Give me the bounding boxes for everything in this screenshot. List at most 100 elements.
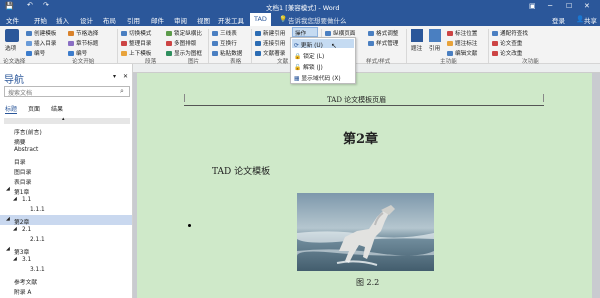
figure-caption[interactable]: 图 2.2 <box>356 277 379 288</box>
wildcard-search-button[interactable]: 通配符查找 <box>492 29 528 37</box>
bibliography-button[interactable]: 文献著录 <box>255 49 285 57</box>
numbering-button-2[interactable]: 编号 <box>68 49 87 57</box>
ribbon-options-icon[interactable]: ▣ <box>529 2 536 10</box>
nav-dropdown-icon[interactable]: ▾ <box>113 73 116 80</box>
chapter-title-button[interactable]: 章节标题 <box>68 39 98 47</box>
options-button[interactable]: 选项 <box>5 44 16 52</box>
redo-icon[interactable]: ↷ <box>43 1 49 9</box>
nav-tab-results[interactable]: 结果 <box>51 104 63 113</box>
three-line-table-button[interactable]: 三线表 <box>212 29 237 37</box>
up-down-template-button[interactable]: 上下模板 <box>121 49 151 57</box>
nav-item[interactable]: 参考文献 <box>14 277 37 286</box>
maximize-button[interactable]: ☐ <box>566 2 572 10</box>
header-corner <box>184 94 185 102</box>
collapse-icon[interactable]: ◢ <box>6 246 10 252</box>
rewrite-button[interactable]: 论文改重 <box>492 49 522 57</box>
nav-item[interactable]: 2.1 <box>22 227 31 233</box>
toggle-mode-button[interactable]: 切换模式 <box>121 29 151 37</box>
collapse-icon[interactable]: ◢ <box>6 186 10 192</box>
caption-icon[interactable] <box>411 29 423 42</box>
nav-item[interactable]: 第2章 <box>14 217 29 226</box>
multi-image-layout-button[interactable]: 多图排版 <box>166 39 196 47</box>
save-icon[interactable]: 💾 <box>5 2 14 10</box>
menu-item-lock[interactable]: 🔒 锁定 (L) <box>294 51 324 60</box>
swap-rows-button[interactable]: 互换行 <box>212 39 237 47</box>
nav-item[interactable]: Abstract <box>14 147 38 153</box>
undo-icon[interactable]: ↶ <box>27 1 33 9</box>
nav-item[interactable]: 1.1 <box>22 197 31 203</box>
paste-data-button[interactable]: 粘贴数据 <box>212 49 242 57</box>
share-icon[interactable]: 👤 <box>576 15 584 23</box>
nav-item[interactable]: 图目录 <box>14 167 31 176</box>
collapse-icon[interactable]: ◢ <box>6 216 10 222</box>
tab-layout[interactable]: 布局 <box>103 15 116 25</box>
document-page[interactable]: TAD 论文模板页眉 第2章 TAD 论文模板 图 2.2 <box>137 73 592 298</box>
tab-insert[interactable]: 插入 <box>56 15 69 25</box>
tab-references[interactable]: 引用 <box>127 15 140 25</box>
minimize-button[interactable]: ─ <box>548 2 552 10</box>
nav-item[interactable]: 摘要 <box>14 137 26 146</box>
tell-me-input[interactable]: 告诉我您想要做什么 <box>288 15 347 25</box>
nav-item[interactable]: 目录 <box>14 157 26 166</box>
horizontal-ruler[interactable] <box>133 64 600 73</box>
lock-aspect-button[interactable]: 锁定纵横比 <box>166 29 202 37</box>
nav-item[interactable]: 序言(前言) <box>14 127 42 136</box>
nav-item[interactable]: 第1章 <box>14 187 29 196</box>
section-select-button[interactable]: 节格选择 <box>68 29 98 37</box>
nav-close-icon[interactable]: ✕ <box>123 73 128 80</box>
nav-item[interactable]: 附录 A <box>14 287 31 296</box>
nav-tab-pages[interactable]: 页面 <box>28 104 40 113</box>
mark-position-button[interactable]: 标注位置 <box>447 29 477 37</box>
search-icon[interactable]: ⌕ <box>120 87 124 96</box>
collapse-icon[interactable]: ◢ <box>13 256 17 262</box>
menu-item-update[interactable]: ⟳ 更新 (U) <box>294 40 323 49</box>
tab-developer[interactable]: 开发工具 <box>218 15 244 25</box>
format-adjust-button[interactable]: 格式调整 <box>368 29 398 37</box>
collapse-icon[interactable]: ◢ <box>13 196 17 202</box>
menu-item-show-field-code[interactable]: ▦ 显示域代码 (X) <box>294 73 341 82</box>
sign-in-link[interactable]: 登录 <box>552 15 565 25</box>
tab-design[interactable]: 设计 <box>80 15 93 25</box>
options-icon[interactable] <box>5 29 19 42</box>
nav-item[interactable]: 表目录 <box>14 177 31 186</box>
caption-button[interactable]: 题注 <box>411 44 422 52</box>
cite-icon[interactable] <box>429 29 441 42</box>
landscape-page-button[interactable]: 纵横页面 <box>325 29 355 37</box>
create-template-button[interactable]: 创建模板 <box>26 29 56 37</box>
horse-photo[interactable] <box>297 193 434 271</box>
new-reference-button[interactable]: 新建引用 <box>255 29 285 37</box>
lightbulb-icon: 💡 <box>279 15 288 23</box>
plagiarism-check-button[interactable]: 论文查重 <box>492 39 522 47</box>
tab-home[interactable]: 开始 <box>34 15 47 25</box>
nav-item[interactable]: 3.1 <box>22 257 31 263</box>
edit-literature-button[interactable]: 编辑文献 <box>447 49 477 57</box>
tab-view[interactable]: 视图 <box>197 15 210 25</box>
tab-review[interactable]: 审阅 <box>174 15 187 25</box>
page-header-text[interactable]: TAD 论文模板页眉 <box>327 95 386 105</box>
insert-toc-button[interactable]: 插入目录 <box>26 39 56 47</box>
cite-button[interactable]: 引用 <box>429 44 440 52</box>
caption-mark-button[interactable]: 题注标注 <box>447 39 477 47</box>
chapter-heading[interactable]: 第2章 <box>343 128 378 147</box>
collapse-icon[interactable]: ◢ <box>13 226 17 232</box>
show-as-frame-button[interactable]: 显示为图框 <box>166 49 202 57</box>
tab-mailings[interactable]: 邮件 <box>151 15 164 25</box>
style-manage-button[interactable]: 样式管理 <box>368 39 398 47</box>
arrange-toc-button[interactable]: 整理目录 <box>121 39 151 47</box>
nav-tab-headings[interactable]: 标题 <box>5 104 18 114</box>
nav-item[interactable]: 2.1.1 <box>30 237 45 243</box>
nav-scroll-up[interactable]: ▴ <box>4 116 130 124</box>
nav-item[interactable]: 3.1.1 <box>30 267 45 273</box>
numbering-button-1[interactable]: 编号 <box>26 49 45 57</box>
nav-item[interactable]: 第3章 <box>14 247 29 256</box>
nav-item[interactable]: 1.1.1 <box>30 207 45 213</box>
share-button[interactable]: 共享 <box>584 15 597 25</box>
body-paragraph[interactable]: TAD 论文模板 <box>212 164 270 177</box>
close-button[interactable]: ✕ <box>584 2 590 10</box>
tab-file[interactable]: 文件 <box>6 15 19 25</box>
nav-search-input[interactable]: 搜索文档 ⌕ <box>4 86 130 97</box>
menu-item-unlock[interactable]: 🔓 解锁 (J) <box>294 62 323 71</box>
tab-tad[interactable]: TAD <box>250 13 271 26</box>
operation-button[interactable]: 操作 <box>292 27 318 37</box>
link-reference-button[interactable]: 连接引用 <box>255 39 285 47</box>
